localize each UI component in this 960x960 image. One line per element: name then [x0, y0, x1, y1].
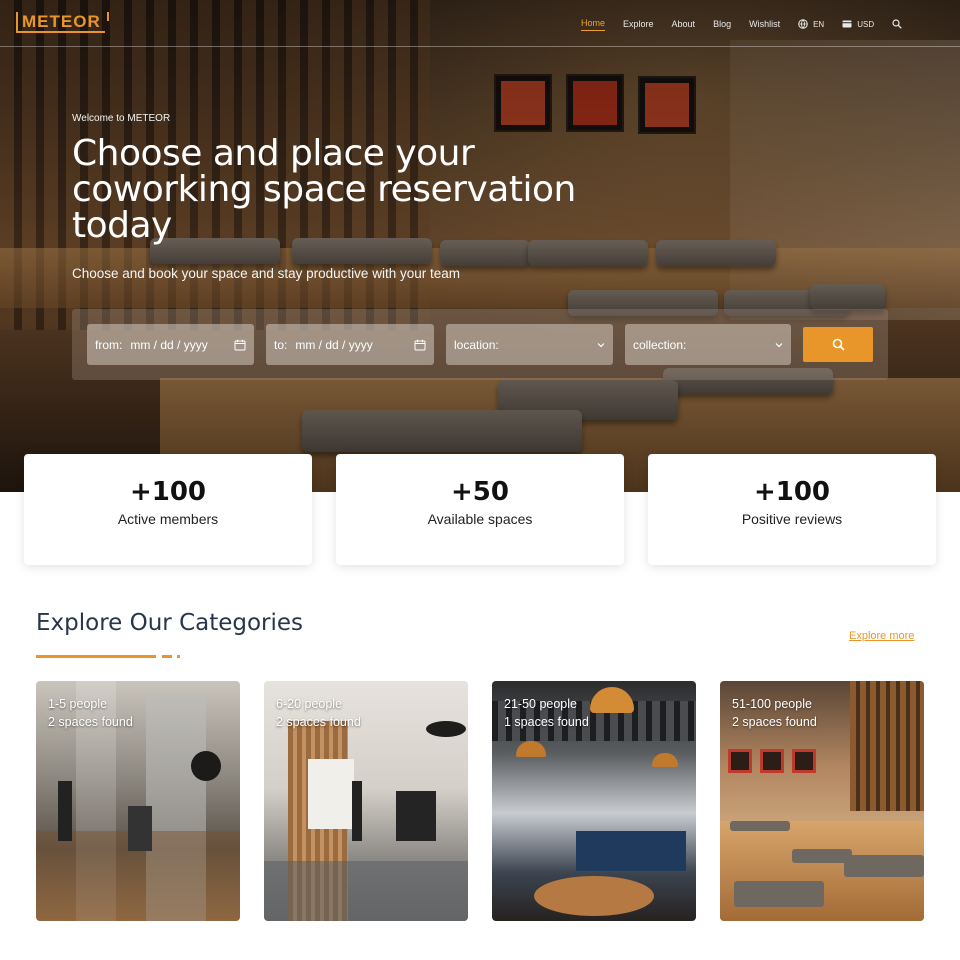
category-card[interactable]: 51-100 people 2 spaces found: [720, 681, 924, 921]
hero-subline: Choose and book your space and stay prod…: [72, 266, 460, 281]
location-select[interactable]: location:: [446, 324, 613, 365]
hero-overlay: [0, 0, 960, 492]
stat-label: Available spaces: [427, 511, 533, 527]
language-selector[interactable]: EN: [798, 19, 824, 29]
to-date-value: mm / dd / yyyy: [295, 337, 373, 352]
category-count: 2 spaces found: [732, 715, 817, 729]
stat-card: +100 Positive reviews: [648, 454, 936, 565]
category-card[interactable]: 6-20 people 2 spaces found: [264, 681, 468, 921]
category-count: 2 spaces found: [48, 715, 133, 729]
chevron-down-icon: [597, 342, 605, 348]
category-people: 1-5 people: [48, 697, 108, 711]
nav-link-home[interactable]: Home: [581, 17, 606, 31]
hero-welcome: Welcome to METEOR: [72, 113, 171, 124]
currency-selector[interactable]: USD: [842, 20, 874, 29]
category-text: 6-20 people 2 spaces found: [276, 695, 361, 731]
nav-link-explore[interactable]: Explore: [623, 18, 654, 30]
category-card[interactable]: 21-50 people 1 spaces found: [492, 681, 696, 921]
category-text: 51-100 people 2 spaces found: [732, 695, 817, 731]
stat-card: +100 Active members: [24, 454, 312, 565]
card-icon: [842, 20, 852, 28]
to-label: to:: [274, 337, 288, 352]
stat-label: Positive reviews: [741, 511, 843, 527]
collection-placeholder: collection:: [633, 337, 687, 352]
search-icon: [892, 19, 902, 29]
calendar-icon[interactable]: [414, 339, 426, 351]
nav-link-wishlist[interactable]: Wishlist: [749, 18, 780, 30]
hero-headline: Choose and place your coworking space re…: [72, 133, 576, 246]
stat-value: +50: [451, 477, 509, 507]
category-text: 1-5 people 2 spaces found: [48, 695, 133, 731]
category-text: 21-50 people 1 spaces found: [504, 695, 589, 731]
explore-more-link[interactable]: Explore more: [849, 630, 914, 642]
category-card[interactable]: 1-5 people 2 spaces found: [36, 681, 240, 921]
from-date-input[interactable]: from: mm / dd / yyyy: [87, 324, 254, 365]
from-label: from:: [95, 337, 123, 352]
category-people: 21-50 people: [504, 697, 577, 711]
stat-label: Active members: [117, 511, 219, 527]
from-date-value: mm / dd / yyyy: [130, 337, 208, 352]
language-label: EN: [813, 19, 825, 29]
location-placeholder: location:: [454, 337, 499, 352]
nav-link-blog[interactable]: Blog: [713, 18, 731, 30]
nav-search-button[interactable]: [892, 19, 907, 29]
hero-image: [0, 0, 960, 492]
category-count: 1 spaces found: [504, 715, 589, 729]
category-count: 2 spaces found: [276, 715, 361, 729]
brand-logo[interactable]: METEOR: [16, 12, 109, 33]
category-people: 6-20 people: [276, 697, 343, 711]
search-button[interactable]: [803, 327, 873, 362]
globe-icon: [798, 19, 808, 29]
top-nav: METEOR Home Explore About Blog Wishlist …: [0, 0, 960, 47]
stat-value: +100: [129, 477, 207, 507]
collection-select[interactable]: collection:: [625, 324, 791, 365]
currency-label: USD: [857, 19, 875, 29]
stat-value: +100: [753, 477, 831, 507]
category-people: 51-100 people: [732, 697, 812, 711]
nav-link-about[interactable]: About: [672, 18, 696, 30]
calendar-icon[interactable]: [234, 339, 246, 351]
nav-links: Home Explore About Blog Wishlist EN USD: [581, 17, 925, 31]
categories-title: Explore Our Categories: [36, 610, 304, 636]
stat-card: +50 Available spaces: [336, 454, 624, 565]
reservation-search: from: mm / dd / yyyy to: mm / dd / yyyy …: [72, 309, 888, 380]
search-icon: [832, 338, 845, 351]
chevron-down-icon: [775, 342, 783, 348]
to-date-input[interactable]: to: mm / dd / yyyy: [266, 324, 434, 365]
